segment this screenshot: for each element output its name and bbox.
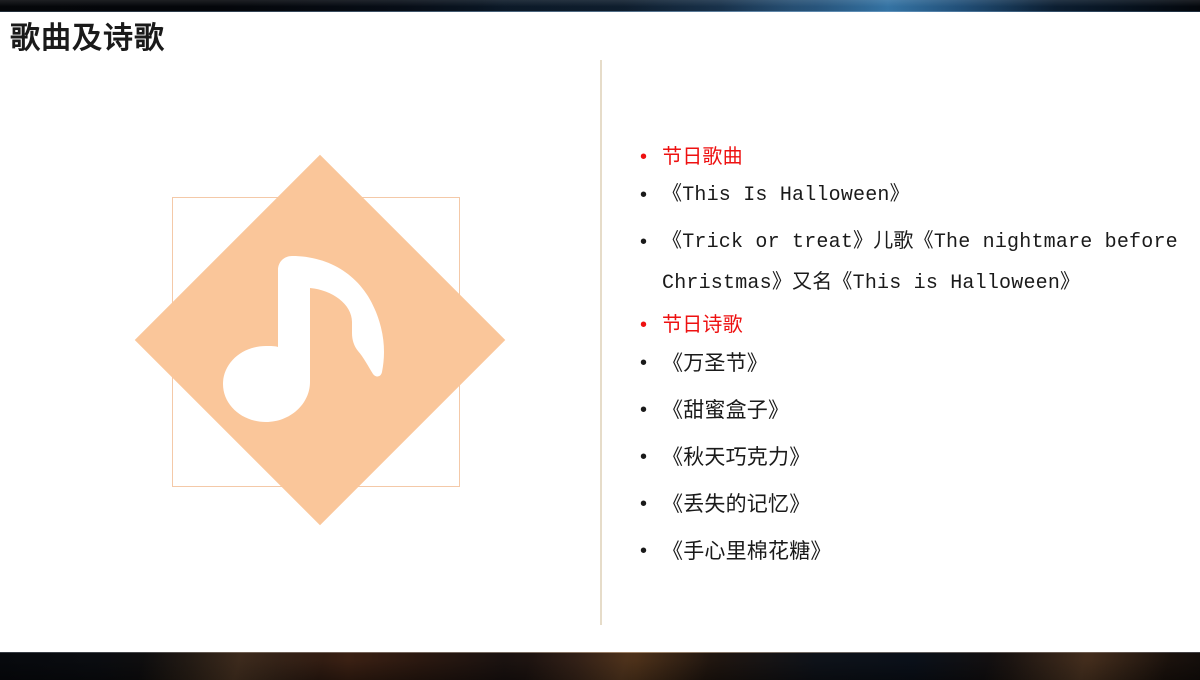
list-item-label: 《甜蜜盒子》: [662, 399, 790, 422]
bullet-marker-icon: •: [640, 399, 648, 421]
list-item: • 《万圣节》: [636, 343, 1182, 384]
bottom-decorative-banner: [0, 652, 1200, 680]
list-item-label: 《秋天巧克力》: [662, 446, 811, 469]
bullet-marker-icon: •: [640, 184, 648, 206]
illustration-panel: [120, 140, 520, 540]
list-item: • 《Trick or treat》儿歌《The nightmare before…: [636, 222, 1182, 304]
bullet-marker-icon: •: [640, 231, 648, 253]
bullet-marker-icon: •: [640, 493, 648, 515]
bullet-list: • 节日歌曲 • 《This Is Halloween》 • 《Trick or trea…: [636, 142, 1182, 578]
slide-canvas: 歌曲及诗歌 • 节日歌曲 • 《This Is Halloween》 • 《Trick o…: [0, 0, 1200, 680]
list-item-label: 《手心里棉花糖》: [662, 540, 832, 563]
page-title: 歌曲及诗歌: [10, 22, 165, 55]
list-item: • 《秋天巧克力》: [636, 437, 1182, 478]
bullet-marker-icon: •: [640, 446, 648, 468]
list-item: • 《This Is Halloween》: [636, 175, 1182, 216]
list-item-label: 《丢失的记忆》: [662, 493, 811, 516]
vertical-divider: [600, 60, 602, 625]
list-item: • 《丢失的记忆》: [636, 484, 1182, 525]
top-decorative-banner: [0, 0, 1200, 12]
list-item: • 节日歌曲: [636, 142, 1182, 173]
list-item-label: 《Trick or treat》儿歌《The nightmare before …: [662, 231, 1178, 295]
list-item-label: 《This Is Halloween》: [662, 184, 910, 207]
list-item: • 《手心里棉花糖》: [636, 531, 1182, 572]
banner-sheen: [0, 652, 1200, 680]
list-item: • 节日诗歌: [636, 310, 1182, 341]
bullet-marker-icon: •: [640, 540, 648, 562]
bullet-marker-icon: •: [640, 352, 648, 374]
list-item-label: 节日歌曲: [662, 146, 743, 168]
list-item-label: 节日诗歌: [662, 314, 743, 336]
banner-hairline: [0, 11, 1200, 12]
list-item-label: 《万圣节》: [662, 352, 768, 375]
bullet-marker-icon: •: [640, 146, 648, 168]
bullet-marker-icon: •: [640, 314, 648, 336]
music-note-icon: [223, 256, 384, 422]
list-item: • 《甜蜜盒子》: [636, 390, 1182, 431]
